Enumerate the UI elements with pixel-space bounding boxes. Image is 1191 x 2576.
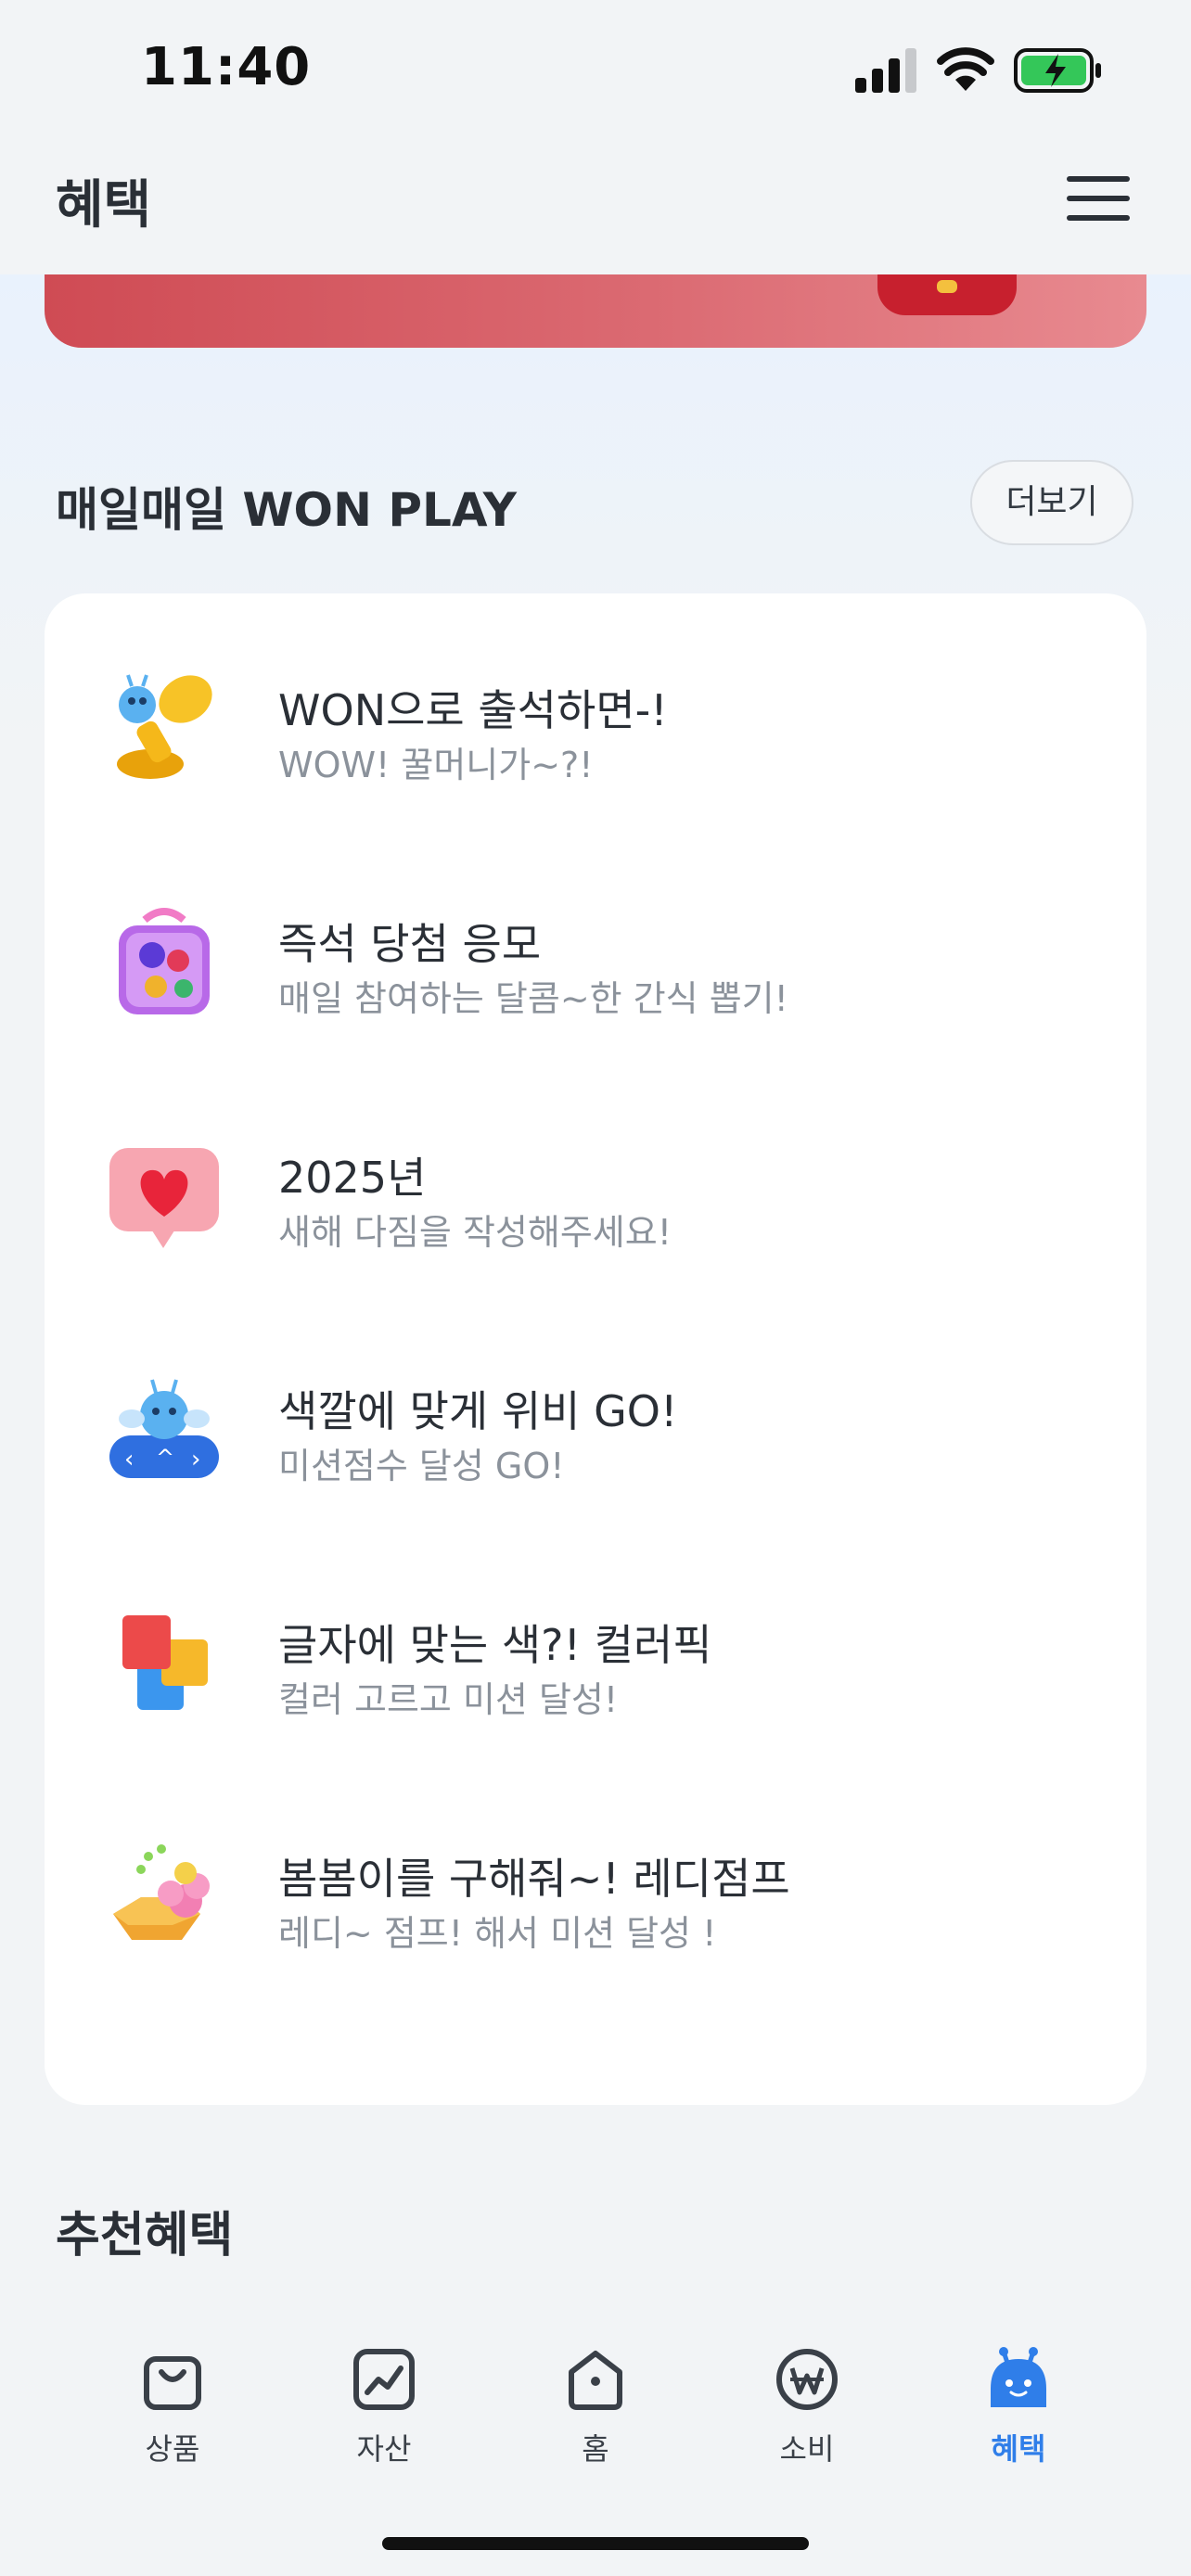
mascot-icon: [991, 2347, 1046, 2407]
color-blocks-icon: [122, 1615, 208, 1710]
game-controller-icon: ‹ ^ ›: [109, 1379, 219, 1478]
status-bar: 11:40: [0, 0, 1191, 139]
won-play-section-title: 매일매일 WON PLAY: [56, 483, 517, 537]
svg-text:^: ^: [156, 1445, 174, 1471]
tab-label: 소비: [779, 2431, 835, 2467]
stamp-icon: [117, 674, 212, 779]
play-item-subtitle: 레디~ 점프! 해서 미션 달성 !: [278, 1913, 717, 1954]
menu-button[interactable]: [1067, 176, 1130, 228]
play-item-title: 즉석 당첨 응모: [278, 919, 542, 969]
play-item-subtitle: 매일 참여하는 달콤~한 간식 뽑기!: [278, 978, 788, 1019]
play-item-subtitle: 컬러 고르고 미션 달성!: [278, 1679, 619, 1720]
play-item-title: WON으로 출석하면-!: [278, 685, 668, 735]
more-button[interactable]: 더보기: [970, 460, 1133, 545]
candy-jar-icon: [119, 908, 210, 1014]
jump-platform-icon: [113, 1844, 210, 1940]
tab-label: 혜택: [991, 2431, 1046, 2467]
play-item-title: 색깔에 맞게 위비 GO!: [278, 1386, 678, 1436]
page-title: 혜택: [56, 175, 152, 236]
play-item-instant-draw[interactable]: 즉석 당첨 응모 매일 참여하는 달콤~한 간식 뽑기!: [45, 864, 1146, 1050]
tab-label: 상품: [145, 2431, 200, 2467]
play-item-title: 2025년: [278, 1153, 427, 1203]
play-item-ready-jump[interactable]: 봄봄이를 구해줘~! 레디점프 레디~ 점프! 해서 미션 달성 !: [45, 1799, 1146, 1984]
status-time: 11:40: [141, 37, 312, 97]
play-item-title: 봄봄이를 구해줘~! 레디점프: [278, 1854, 790, 1904]
benefits-screen: 11:40 혜택 매일매일 WON PLAY 더보기 WON으로 출석하면-! …: [0, 0, 1191, 2576]
bottom-tab-bar: 상품 자산 홈 소비 혜택: [0, 2309, 1191, 2576]
play-item-color-pick[interactable]: 글자에 맞는 색?! 컬러픽 컬러 고르고 미션 달성!: [45, 1565, 1146, 1751]
play-item-title: 글자에 맞는 색?! 컬러픽: [278, 1620, 712, 1670]
chart-icon: [353, 2349, 415, 2410]
svg-text:›: ›: [191, 1446, 200, 1473]
play-item-color-game[interactable]: ‹ ^ › 색깔에 맞게 위비 GO! 미션점수 달성 GO!: [45, 1332, 1146, 1517]
tab-label: 홈: [582, 2431, 609, 2467]
tab-benefits[interactable]: 혜택: [944, 2346, 1093, 2485]
tab-products[interactable]: 상품: [98, 2346, 247, 2485]
home-indicator: [382, 2537, 809, 2550]
play-item-attendance[interactable]: WON으로 출석하면-! WOW! 꿀머니가~?!: [45, 631, 1146, 816]
won-coin-icon: [776, 2349, 838, 2410]
cellular-signal-icon: [855, 48, 916, 93]
tab-spending[interactable]: 소비: [733, 2346, 881, 2485]
won-play-card: WON으로 출석하면-! WOW! 꿀머니가~?! 즉석 당첨 응모 매일 참여…: [45, 593, 1146, 2105]
play-item-subtitle: WOW! 꿀머니가~?!: [278, 745, 594, 785]
recommended-section-title: 추천혜택: [56, 2208, 234, 2264]
shopping-bag-icon: [144, 2356, 201, 2410]
svg-text:‹: ‹: [124, 1446, 134, 1473]
battery-charging-icon: [1014, 48, 1101, 93]
play-item-subtitle: 새해 다짐을 작성해주세요!: [278, 1212, 672, 1253]
play-item-subtitle: 미션점수 달성 GO!: [278, 1446, 565, 1486]
app-header: 혜택: [0, 139, 1191, 274]
heart-bubble-icon: [109, 1148, 219, 1248]
hamburger-menu-icon: [1067, 176, 1130, 182]
tab-label: 자산: [356, 2431, 412, 2467]
tab-home[interactable]: 홈: [521, 2346, 670, 2485]
wifi-icon: [937, 47, 994, 91]
home-icon: [569, 2351, 622, 2410]
tab-assets[interactable]: 자산: [310, 2346, 458, 2485]
play-item-new-year[interactable]: 2025년 새해 다짐을 작성해주세요!: [45, 1098, 1146, 1283]
